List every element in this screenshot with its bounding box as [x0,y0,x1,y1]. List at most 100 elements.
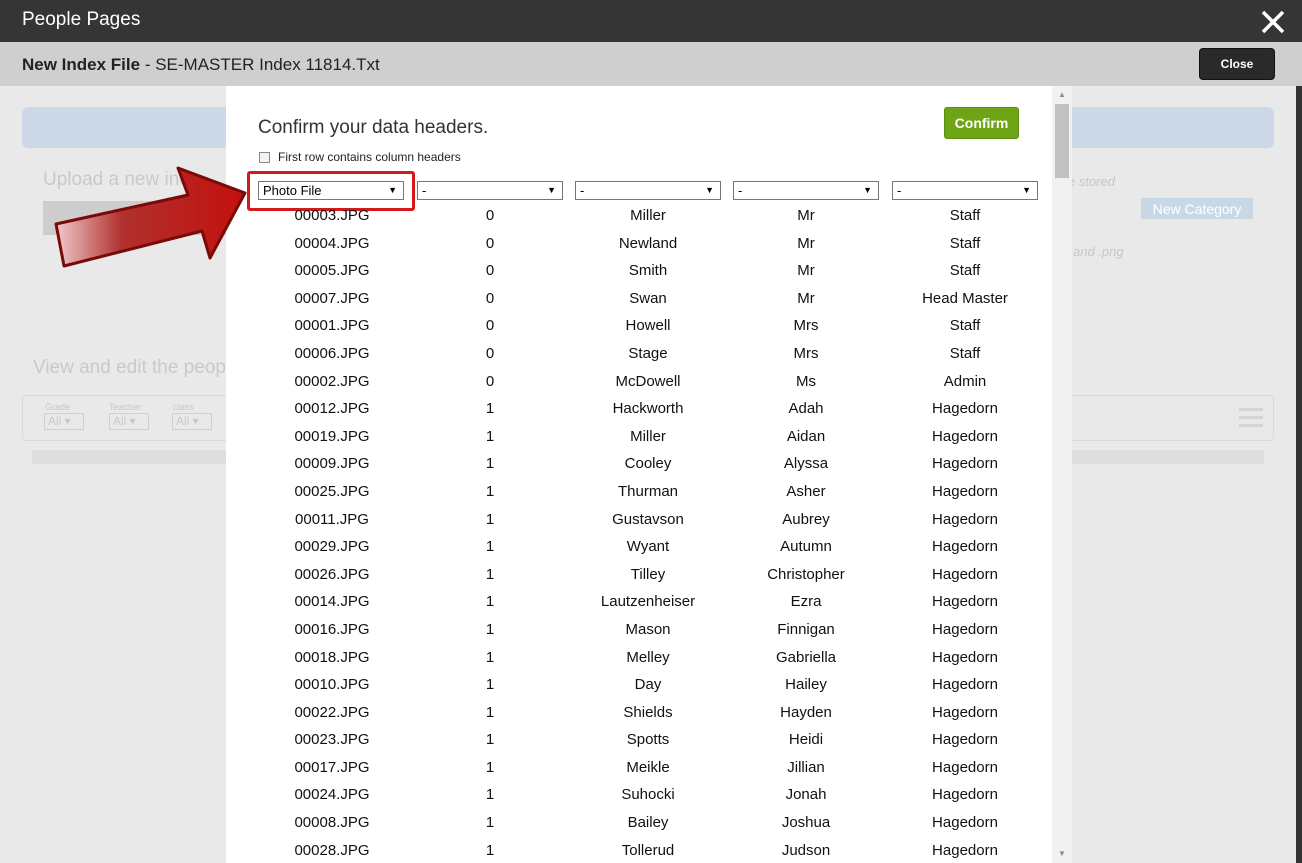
table-cell: Mr [797,289,815,307]
table-cell: Staff [949,344,981,362]
column-select-3[interactable]: - ▼ [575,181,721,200]
table-row: 00012.JPG 1 Hackworth Adah Hagedorn [226,398,1052,426]
table-row: 00014.JPG 1 Lautzenheiser Ezra Hagedorn [226,591,1052,619]
table-cell: Head Master [922,289,1008,307]
table-cell: 00008.JPG [294,814,370,832]
table-cell: Hagedorn [932,814,998,832]
header-row-checkbox[interactable] [259,151,270,163]
table-row: 00017.JPG 1 Meikle Jillian Hagedorn [226,757,1052,785]
table-cell: 1 [485,841,495,859]
table-row: 00023.JPG 1 Spotts Heidi Hagedorn [226,729,1052,757]
table-row: 00005.JPG 0 Smith Mr Staff [226,260,1052,288]
table-row: 00004.JPG 0 Newland Mr Staff [226,233,1052,261]
table-cell: Hagedorn [932,482,998,500]
column-select-3-value: - [580,183,585,198]
table-cell: Hagedorn [932,565,998,583]
header-row-option[interactable]: First row contains column headers [259,150,461,164]
table-cell: 00024.JPG [294,786,370,804]
table-cell: Judson [781,841,831,859]
page-title: New Index File - SE-MASTER Index 11814.T… [22,55,380,75]
confirm-button[interactable]: Confirm [944,107,1019,139]
confirm-headers-dialog: Confirm your data headers. Confirm First… [226,86,1052,863]
column-select-5[interactable]: - ▼ [892,181,1038,200]
page-title-file: - SE-MASTER Index 11814.Txt [140,55,380,74]
table-cell: 00018.JPG [294,648,370,666]
table-cell: Thurman [617,482,679,500]
filter-class-select: All ▾ [172,413,212,430]
table-cell: 0 [485,372,495,390]
table-cell: Mrs [793,317,819,335]
table-cell: 1 [485,400,495,418]
scroll-up-icon[interactable]: ▲ [1052,88,1072,102]
table-cell: Hailey [785,676,827,694]
table-cell: Gustavson [612,510,684,528]
table-cell: 00001.JPG [294,317,370,335]
table-row: 00006.JPG 0 Stage Mrs Staff [226,343,1052,371]
table-cell: Autumn [780,538,832,556]
chevron-down-icon: ▼ [863,185,872,195]
table-cell: 0 [485,344,495,362]
table-cell: Ezra [790,593,822,611]
scroll-thumb[interactable] [1055,104,1069,178]
table-cell: Wyant [626,538,670,556]
column-select-4[interactable]: - ▼ [733,181,879,200]
table-row: 00029.JPG 1 Wyant Autumn Hagedorn [226,536,1052,564]
table-cell: McDowell [615,372,681,390]
table-cell: 00010.JPG [294,676,370,694]
table-cell: Staff [949,234,981,252]
filter-grade-select: All ▾ [44,413,84,430]
table-cell: Jillian [787,758,825,776]
table-cell: Heidi [788,731,824,749]
png-text: and .png [1073,244,1124,259]
table-cell: Hagedorn [932,731,998,749]
table-cell: Miller [630,427,666,445]
table-cell: 00026.JPG [294,565,370,583]
table-cell: Tilley [630,565,666,583]
table-cell: Day [634,676,662,694]
close-button[interactable]: Close [1199,48,1275,80]
table-cell: 00025.JPG [294,482,370,500]
table-cell: Tollerud [621,841,675,859]
page-header: New Index File - SE-MASTER Index 11814.T… [0,42,1302,86]
new-category-button: New Category [1141,198,1253,219]
table-cell: 00023.JPG [294,731,370,749]
app-titlebar: People Pages [0,0,1302,42]
table-cell: Cooley [624,455,672,473]
close-x-icon[interactable] [1258,4,1288,36]
table-cell: 00022.JPG [294,703,370,721]
table-cell: Hayden [780,703,832,721]
filter-teacher-label: Teacher [109,402,142,412]
table-cell: Shields [623,703,673,721]
table-cell: 00003.JPG [294,207,370,224]
page-title-label: New Index File [22,55,141,74]
table-row: 00007.JPG 0 Swan Mr Head Master [226,288,1052,316]
table-cell: Mr [797,234,815,252]
table-cell: Hagedorn [932,758,998,776]
table-row: 00010.JPG 1 Day Hailey Hagedorn [226,674,1052,702]
table-cell: 1 [485,676,495,694]
table-cell: Hagedorn [932,676,998,694]
table-cell: Aubrey [782,510,830,528]
table-row: 00018.JPG 1 Melley Gabriella Hagedorn [226,647,1052,675]
chevron-down-icon: ▼ [1022,185,1031,195]
table-row: 00016.JPG 1 Mason Finnigan Hagedorn [226,619,1052,647]
column-select-2[interactable]: - ▼ [417,181,563,200]
table-cell: Asher [786,482,826,500]
table-cell: Bailey [627,814,669,832]
table-row: 00025.JPG 1 Thurman Asher Hagedorn [226,481,1052,509]
table-cell: Ms [796,372,816,390]
table-cell: Hagedorn [932,703,998,721]
table-cell: Staff [949,317,981,335]
table-row: 00009.JPG 1 Cooley Alyssa Hagedorn [226,453,1052,481]
dialog-scrollbar[interactable]: ▲ ▼ [1052,86,1072,863]
table-row: 00008.JPG 1 Bailey Joshua Hagedorn [226,812,1052,840]
table-cell: 00029.JPG [294,538,370,556]
column-select-4-value: - [738,183,743,198]
table-cell: 1 [485,593,495,611]
table-cell: Mr [797,207,815,224]
table-cell: Adah [788,400,824,418]
scroll-down-icon[interactable]: ▼ [1052,847,1072,861]
table-cell: 1 [485,538,495,556]
table-cell: Hagedorn [932,841,998,859]
table-cell: Hagedorn [932,455,998,473]
